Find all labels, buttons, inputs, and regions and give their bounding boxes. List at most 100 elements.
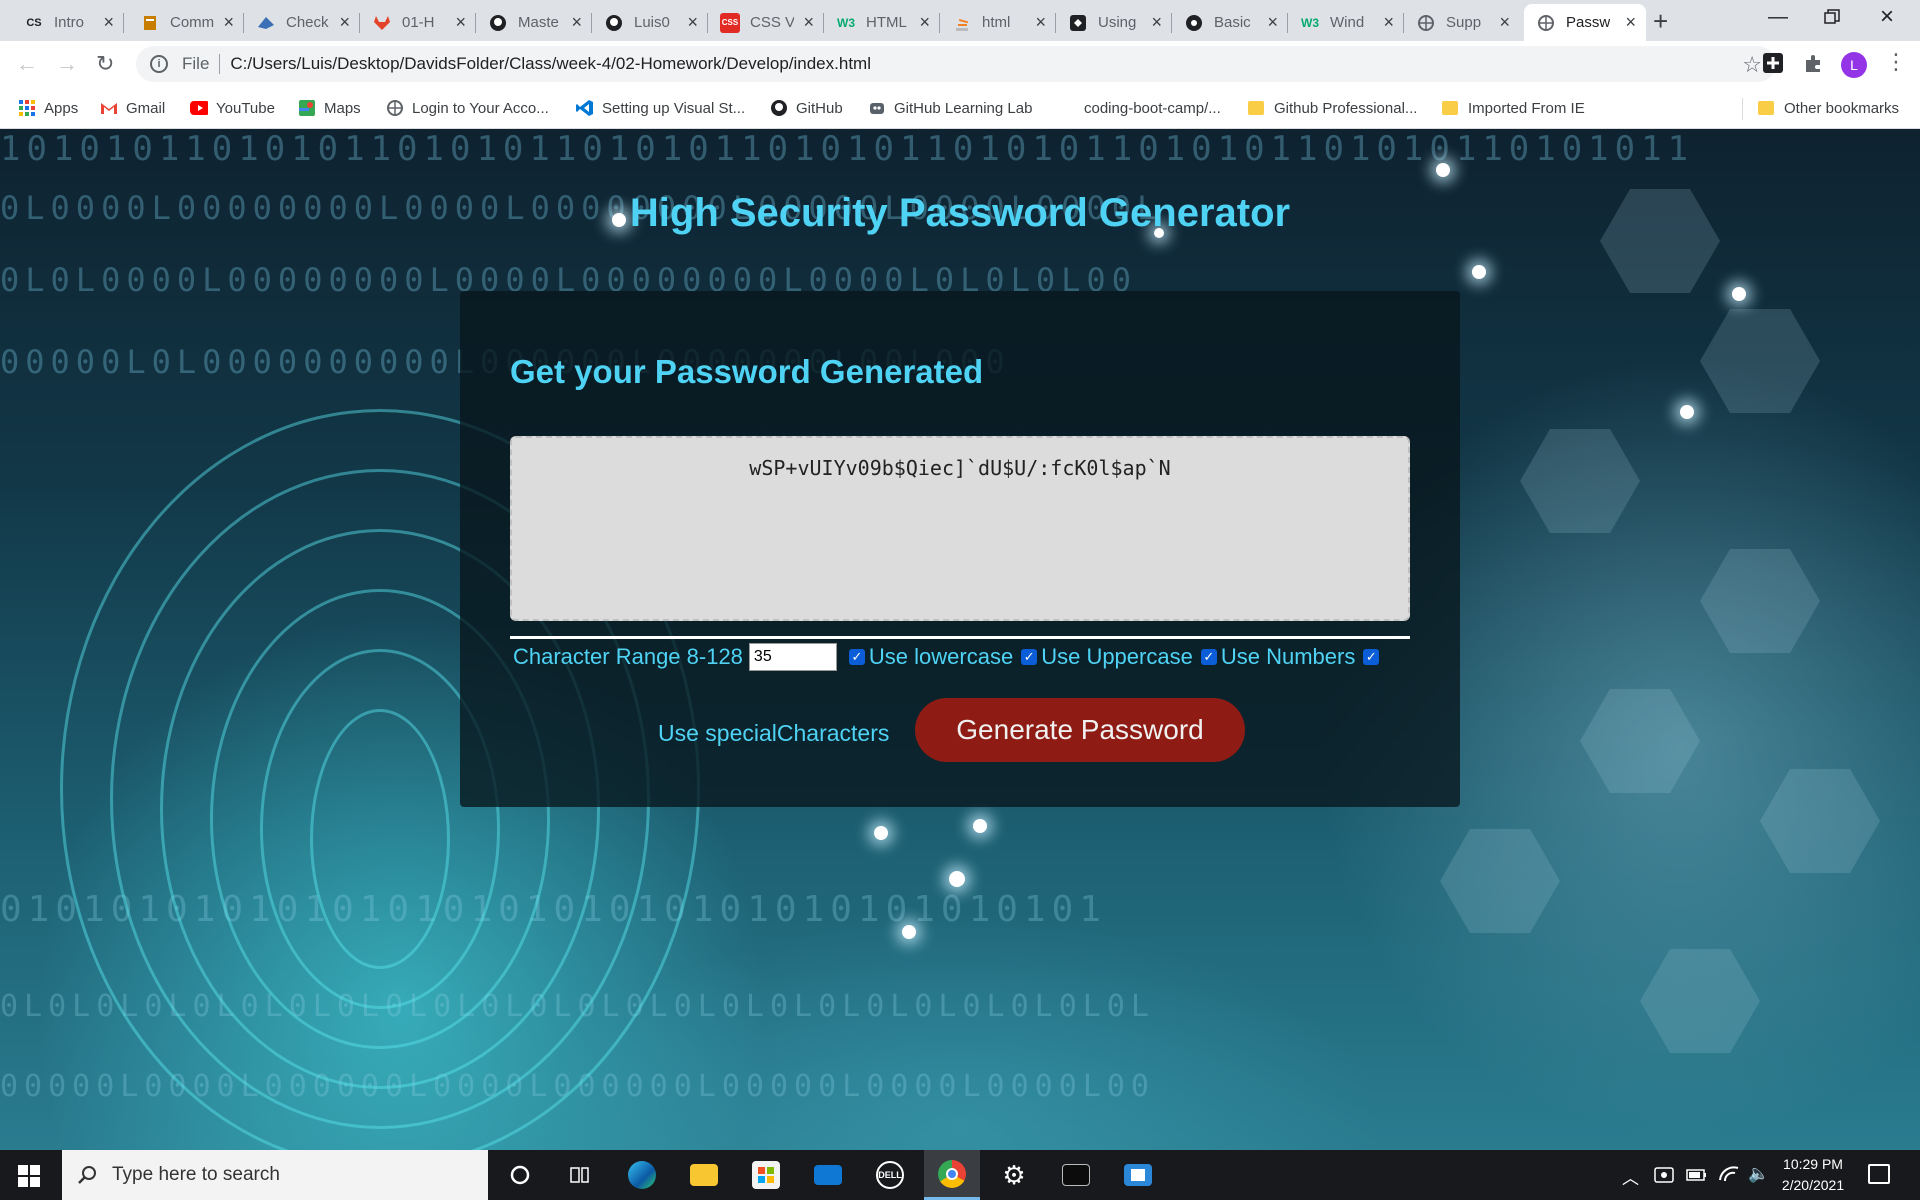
- profile-avatar[interactable]: L: [1841, 52, 1867, 78]
- uppercase-checkbox[interactable]: ✓: [1021, 649, 1038, 665]
- bookmark-folder-ie[interactable]: Imported From IE: [1442, 88, 1585, 128]
- windows-start-icon[interactable]: [18, 1165, 40, 1187]
- cortana-icon: [510, 1165, 530, 1185]
- tab-title: Supp: [1446, 14, 1482, 31]
- tab[interactable]: Comm ×: [128, 4, 244, 41]
- dell-button[interactable]: DELL: [862, 1150, 918, 1200]
- close-icon[interactable]: ×: [455, 13, 466, 31]
- tab-title: Passw: [1566, 14, 1610, 31]
- notification-icon[interactable]: [1868, 1164, 1890, 1184]
- css-icon: CSS: [720, 12, 740, 33]
- bookmark-other[interactable]: Other bookmarks: [1758, 88, 1899, 128]
- mail-button[interactable]: [800, 1150, 856, 1200]
- tab-title: Using: [1098, 14, 1137, 31]
- close-icon[interactable]: ×: [1499, 13, 1510, 31]
- close-icon[interactable]: ×: [1625, 13, 1636, 31]
- forward-icon[interactable]: →: [56, 51, 78, 77]
- close-icon[interactable]: ×: [571, 13, 582, 31]
- tab-title: Wind: [1330, 14, 1365, 31]
- wifi-icon[interactable]: [1718, 1164, 1740, 1189]
- tab[interactable]: W3 HTML ×: [824, 4, 940, 41]
- volume-icon[interactable]: 🔈: [1748, 1164, 1769, 1184]
- ruler-icon: [140, 13, 160, 33]
- tab-active[interactable]: Passw ×: [1524, 4, 1646, 41]
- bookmark-apps[interactable]: Apps: [18, 88, 78, 128]
- bookmark-youtube[interactable]: YouTube: [190, 88, 275, 128]
- tab[interactable]: Using ×: [1056, 4, 1172, 41]
- tab[interactable]: CS Intro ×: [12, 4, 124, 41]
- restore-icon[interactable]: [1824, 8, 1840, 31]
- codepen-icon: [1068, 13, 1088, 33]
- close-icon[interactable]: ×: [1383, 13, 1394, 31]
- taskbar-search[interactable]: Type here to search: [62, 1150, 488, 1200]
- terminal-button[interactable]: [1048, 1150, 1104, 1200]
- file-explorer-button[interactable]: [676, 1150, 732, 1200]
- battery-icon[interactable]: [1686, 1164, 1708, 1189]
- close-window-icon[interactable]: ×: [1880, 3, 1894, 31]
- bookmark-vscode[interactable]: Setting up Visual St...: [576, 88, 745, 128]
- new-tab-icon[interactable]: +: [1653, 8, 1668, 34]
- close-icon[interactable]: ×: [1267, 13, 1278, 31]
- bookmark-learning-lab[interactable]: GitHub Learning Lab: [868, 88, 1032, 128]
- numbers-checkbox[interactable]: ✓: [1200, 649, 1217, 665]
- background-light: [874, 826, 888, 840]
- close-icon[interactable]: ×: [1035, 13, 1046, 31]
- special-checkbox[interactable]: ✓: [1363, 649, 1380, 665]
- chevron-up-icon[interactable]: ︿: [1622, 1164, 1639, 1189]
- numbers-label: Use Numbers: [1220, 644, 1356, 669]
- bookmark-github[interactable]: GitHub: [770, 88, 843, 128]
- tab-title: HTML: [866, 14, 907, 31]
- close-icon[interactable]: ×: [1151, 13, 1162, 31]
- bookmark-label: GitHub Learning Lab: [894, 99, 1033, 117]
- bookmark-folder-github-pro[interactable]: Github Professional...: [1248, 88, 1417, 128]
- lowercase-checkbox[interactable]: ✓: [848, 649, 865, 665]
- bookmark-maps[interactable]: Maps: [298, 88, 361, 128]
- menu-icon[interactable]: ⋮: [1885, 49, 1907, 75]
- tab[interactable]: html ×: [940, 4, 1056, 41]
- tab[interactable]: Maste ×: [476, 4, 592, 41]
- tab[interactable]: Check ×: [244, 4, 360, 41]
- gear-icon: ⚙: [1002, 1159, 1026, 1190]
- back-icon[interactable]: ←: [16, 51, 38, 77]
- puzzle-icon[interactable]: [1800, 50, 1826, 76]
- bookmark-gmail[interactable]: Gmail: [100, 88, 165, 128]
- close-icon[interactable]: ×: [223, 13, 234, 31]
- close-icon[interactable]: ×: [339, 13, 350, 31]
- edge-button[interactable]: [614, 1150, 670, 1200]
- tab[interactable]: CSS CSS V ×: [708, 4, 824, 41]
- store-button[interactable]: [738, 1150, 794, 1200]
- bookmark-label: Login to Your Acco...: [412, 99, 549, 117]
- length-input[interactable]: 35: [748, 643, 837, 671]
- notepad-button[interactable]: [1110, 1150, 1166, 1200]
- close-icon[interactable]: ×: [687, 13, 698, 31]
- url-text[interactable]: C:/Users/Luis/Desktop/DavidsFolder/Class…: [230, 54, 871, 74]
- maps-icon: [298, 99, 316, 117]
- background-hexagon: [1700, 309, 1820, 413]
- address-bar[interactable]: i File C:/Users/Luis/Desktop/DavidsFolde…: [136, 46, 1776, 82]
- settings-button[interactable]: ⚙: [986, 1150, 1042, 1200]
- cortana-button[interactable]: [492, 1150, 548, 1200]
- tab[interactable]: Luis0 ×: [592, 4, 708, 41]
- reload-icon[interactable]: ↻: [96, 51, 114, 77]
- bookmark-coding-boot-camp[interactable]: coding-boot-camp/...: [1058, 88, 1221, 128]
- close-icon[interactable]: ×: [919, 13, 930, 31]
- tab-title: Luis0: [634, 14, 670, 31]
- close-icon[interactable]: ×: [103, 13, 114, 31]
- generate-password-button[interactable]: Generate Password: [915, 698, 1245, 762]
- minimize-icon[interactable]: —: [1768, 6, 1788, 29]
- meet-now-icon[interactable]: [1654, 1164, 1674, 1189]
- extension-icon[interactable]: [1760, 50, 1786, 76]
- system-clock[interactable]: 10:29 PM 2/20/2021: [1768, 1154, 1858, 1196]
- tab[interactable]: 01-H ×: [360, 4, 476, 41]
- password-textarea[interactable]: wSP+vUIYv09b$Qiec]`dU$U/:fcK0l$ap`N: [510, 436, 1410, 621]
- chrome-button[interactable]: [924, 1150, 980, 1200]
- bookmark-label: GitHub: [796, 99, 843, 117]
- info-icon[interactable]: i: [150, 55, 168, 73]
- tab-strip: CS Intro × Comm × Check × 01-H × Maste ×…: [0, 0, 1920, 41]
- tab[interactable]: Basic ×: [1172, 4, 1288, 41]
- tab[interactable]: Supp ×: [1404, 4, 1520, 41]
- close-icon[interactable]: ×: [803, 13, 814, 31]
- tab[interactable]: W3 Wind ×: [1288, 4, 1404, 41]
- bookmark-login[interactable]: Login to Your Acco...: [386, 88, 549, 128]
- task-view-button[interactable]: [552, 1150, 608, 1200]
